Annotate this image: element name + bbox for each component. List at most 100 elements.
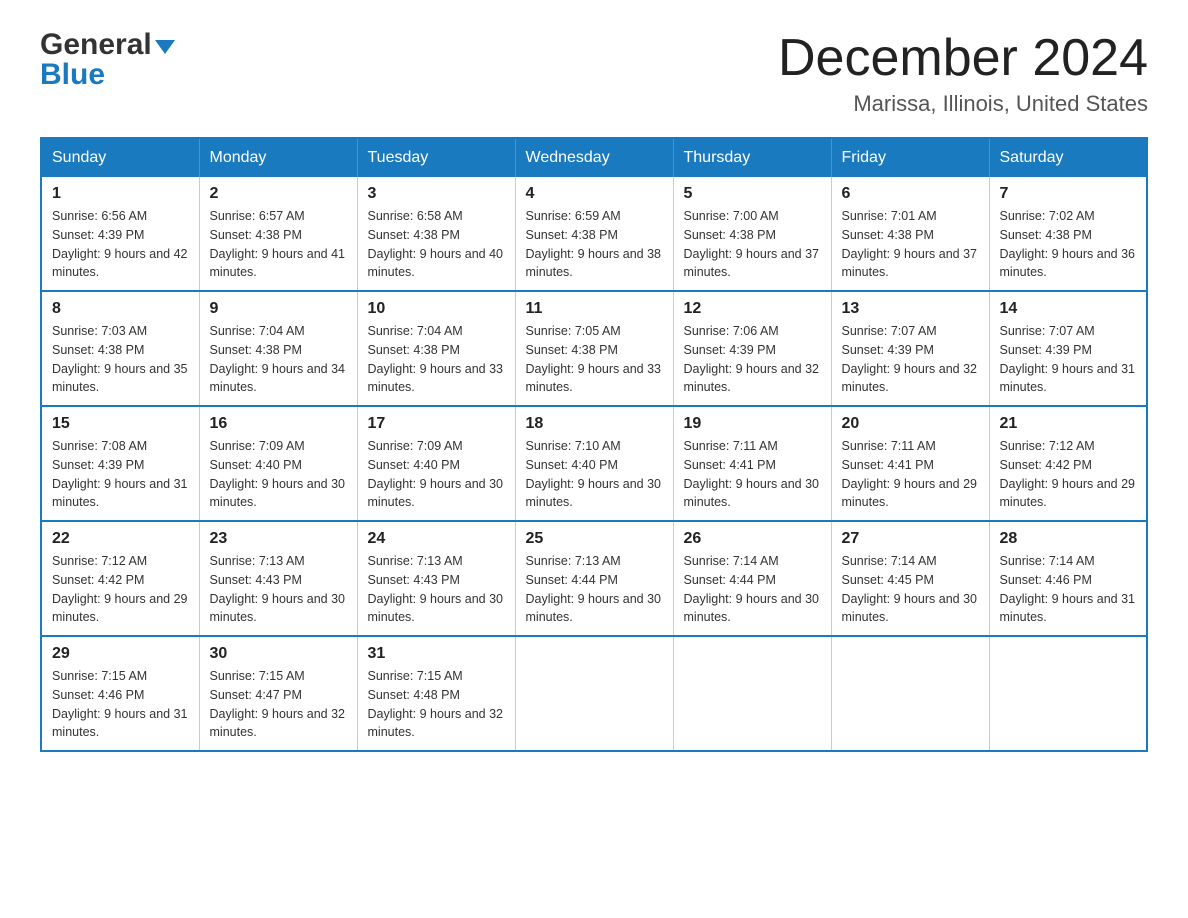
day-cell: 5 Sunrise: 7:00 AMSunset: 4:38 PMDaylight… — [673, 177, 831, 291]
page-header: General Blue December 2024 Marissa, Illi… — [40, 30, 1148, 117]
day-number: 20 — [842, 415, 979, 433]
day-info: Sunrise: 7:10 AMSunset: 4:40 PMDaylight:… — [526, 437, 663, 512]
day-number: 31 — [368, 645, 505, 663]
logo-general: General — [40, 30, 152, 60]
day-info: Sunrise: 7:06 AMSunset: 4:39 PMDaylight:… — [684, 322, 821, 397]
day-number: 22 — [52, 530, 189, 548]
day-cell: 4 Sunrise: 6:59 AMSunset: 4:38 PMDaylight… — [515, 177, 673, 291]
day-info: Sunrise: 7:07 AMSunset: 4:39 PMDaylight:… — [842, 322, 979, 397]
logo-blue: Blue — [40, 60, 105, 90]
day-number: 19 — [684, 415, 821, 433]
day-cell: 24Sunrise: 7:13 AMSunset: 4:43 PMDayligh… — [357, 521, 515, 636]
day-info: Sunrise: 7:11 AMSunset: 4:41 PMDaylight:… — [842, 437, 979, 512]
title-area: December 2024 Marissa, Illinois, United … — [778, 30, 1148, 117]
day-info: Sunrise: 7:14 AMSunset: 4:44 PMDaylight:… — [684, 552, 821, 627]
day-info: Sunrise: 6:58 AMSunset: 4:38 PMDaylight:… — [368, 207, 505, 282]
week-row-2: 8Sunrise: 7:03 AMSunset: 4:38 PMDaylight… — [41, 291, 1147, 406]
day-number: 2 — [210, 185, 347, 203]
day-info: Sunrise: 7:11 AMSunset: 4:41 PMDaylight:… — [684, 437, 821, 512]
day-info: Sunrise: 7:13 AMSunset: 4:43 PMDaylight:… — [210, 552, 347, 627]
calendar-table: SundayMondayTuesdayWednesdayThursdayFrid… — [40, 137, 1148, 752]
day-info: Sunrise: 7:04 AMSunset: 4:38 PMDaylight:… — [210, 322, 347, 397]
day-cell: 22 Sunrise: 7:12 AMSunset: 4:42 PMDayligh… — [41, 521, 199, 636]
day-number: 3 — [368, 185, 505, 203]
day-number: 26 — [684, 530, 821, 548]
header-tuesday: Tuesday — [357, 138, 515, 177]
day-info: Sunrise: 7:13 AMSunset: 4:44 PMDaylight:… — [526, 552, 663, 627]
day-number: 21 — [1000, 415, 1137, 433]
day-cell: 11 Sunrise: 7:05 AMSunset: 4:38 PMDayligh… — [515, 291, 673, 406]
day-cell: 18Sunrise: 7:10 AMSunset: 4:40 PMDayligh… — [515, 406, 673, 521]
day-cell: 23 Sunrise: 7:13 AMSunset: 4:43 PMDayligh… — [199, 521, 357, 636]
day-info: Sunrise: 7:02 AMSunset: 4:38 PMDaylight:… — [1000, 207, 1137, 282]
day-info: Sunrise: 7:01 AMSunset: 4:38 PMDaylight:… — [842, 207, 979, 282]
day-number: 30 — [210, 645, 347, 663]
day-cell: 20 Sunrise: 7:11 AMSunset: 4:41 PMDayligh… — [831, 406, 989, 521]
header-friday: Friday — [831, 138, 989, 177]
day-info: Sunrise: 7:08 AMSunset: 4:39 PMDaylight:… — [52, 437, 189, 512]
logo-arrow-icon — [155, 40, 175, 54]
day-number: 9 — [210, 300, 347, 318]
header-monday: Monday — [199, 138, 357, 177]
day-number: 1 — [52, 185, 189, 203]
day-number: 17 — [368, 415, 505, 433]
day-info: Sunrise: 6:59 AMSunset: 4:38 PMDaylight:… — [526, 207, 663, 282]
day-number: 16 — [210, 415, 347, 433]
day-info: Sunrise: 7:13 AMSunset: 4:43 PMDaylight:… — [368, 552, 505, 627]
day-cell: 17 Sunrise: 7:09 AMSunset: 4:40 PMDayligh… — [357, 406, 515, 521]
month-title: December 2024 — [778, 30, 1148, 87]
day-info: Sunrise: 7:00 AMSunset: 4:38 PMDaylight:… — [684, 207, 821, 282]
logo: General Blue — [40, 30, 175, 90]
day-cell: 16 Sunrise: 7:09 AMSunset: 4:40 PMDayligh… — [199, 406, 357, 521]
day-cell: 14Sunrise: 7:07 AMSunset: 4:39 PMDayligh… — [989, 291, 1147, 406]
day-number: 5 — [684, 185, 821, 203]
day-cell: 7Sunrise: 7:02 AMSunset: 4:38 PMDaylight… — [989, 177, 1147, 291]
day-number: 25 — [526, 530, 663, 548]
day-cell: 8Sunrise: 7:03 AMSunset: 4:38 PMDaylight… — [41, 291, 199, 406]
day-cell — [989, 636, 1147, 751]
day-info: Sunrise: 7:15 AMSunset: 4:47 PMDaylight:… — [210, 667, 347, 742]
day-info: Sunrise: 7:12 AMSunset: 4:42 PMDaylight:… — [1000, 437, 1137, 512]
day-cell: 13Sunrise: 7:07 AMSunset: 4:39 PMDayligh… — [831, 291, 989, 406]
day-number: 4 — [526, 185, 663, 203]
header-sunday: Sunday — [41, 138, 199, 177]
day-cell: 29 Sunrise: 7:15 AMSunset: 4:46 PMDayligh… — [41, 636, 199, 751]
day-number: 11 — [526, 300, 663, 318]
day-cell: 1 Sunrise: 6:56 AMSunset: 4:39 PMDaylight… — [41, 177, 199, 291]
day-number: 28 — [1000, 530, 1137, 548]
day-info: Sunrise: 7:05 AMSunset: 4:38 PMDaylight:… — [526, 322, 663, 397]
day-cell: 2 Sunrise: 6:57 AMSunset: 4:38 PMDaylight… — [199, 177, 357, 291]
week-row-5: 29 Sunrise: 7:15 AMSunset: 4:46 PMDayligh… — [41, 636, 1147, 751]
day-number: 23 — [210, 530, 347, 548]
day-info: Sunrise: 7:12 AMSunset: 4:42 PMDaylight:… — [52, 552, 189, 627]
day-cell: 27 Sunrise: 7:14 AMSunset: 4:45 PMDayligh… — [831, 521, 989, 636]
day-cell: 25 Sunrise: 7:13 AMSunset: 4:44 PMDayligh… — [515, 521, 673, 636]
day-info: Sunrise: 7:03 AMSunset: 4:38 PMDaylight:… — [52, 322, 189, 397]
day-cell — [673, 636, 831, 751]
day-info: Sunrise: 7:15 AMSunset: 4:46 PMDaylight:… — [52, 667, 189, 742]
week-row-3: 15Sunrise: 7:08 AMSunset: 4:39 PMDayligh… — [41, 406, 1147, 521]
day-cell: 6Sunrise: 7:01 AMSunset: 4:38 PMDaylight… — [831, 177, 989, 291]
day-cell: 10 Sunrise: 7:04 AMSunset: 4:38 PMDayligh… — [357, 291, 515, 406]
day-info: Sunrise: 7:09 AMSunset: 4:40 PMDaylight:… — [368, 437, 505, 512]
day-number: 27 — [842, 530, 979, 548]
day-number: 10 — [368, 300, 505, 318]
day-cell: 26 Sunrise: 7:14 AMSunset: 4:44 PMDayligh… — [673, 521, 831, 636]
day-number: 14 — [1000, 300, 1137, 318]
calendar-header: SundayMondayTuesdayWednesdayThursdayFrid… — [41, 138, 1147, 177]
day-cell: 12 Sunrise: 7:06 AMSunset: 4:39 PMDayligh… — [673, 291, 831, 406]
day-info: Sunrise: 6:56 AMSunset: 4:39 PMDaylight:… — [52, 207, 189, 282]
day-info: Sunrise: 7:14 AMSunset: 4:45 PMDaylight:… — [842, 552, 979, 627]
day-info: Sunrise: 6:57 AMSunset: 4:38 PMDaylight:… — [210, 207, 347, 282]
day-cell: 19 Sunrise: 7:11 AMSunset: 4:41 PMDayligh… — [673, 406, 831, 521]
header-wednesday: Wednesday — [515, 138, 673, 177]
day-cell: 28Sunrise: 7:14 AMSunset: 4:46 PMDayligh… — [989, 521, 1147, 636]
day-cell: 15Sunrise: 7:08 AMSunset: 4:39 PMDayligh… — [41, 406, 199, 521]
day-info: Sunrise: 7:15 AMSunset: 4:48 PMDaylight:… — [368, 667, 505, 742]
day-number: 29 — [52, 645, 189, 663]
day-info: Sunrise: 7:09 AMSunset: 4:40 PMDaylight:… — [210, 437, 347, 512]
day-info: Sunrise: 7:04 AMSunset: 4:38 PMDaylight:… — [368, 322, 505, 397]
week-row-1: 1 Sunrise: 6:56 AMSunset: 4:39 PMDaylight… — [41, 177, 1147, 291]
day-number: 12 — [684, 300, 821, 318]
header-thursday: Thursday — [673, 138, 831, 177]
